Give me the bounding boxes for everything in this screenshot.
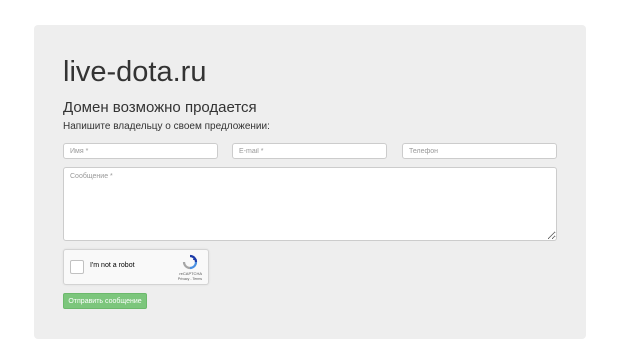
recaptcha-checkbox[interactable] <box>70 260 84 274</box>
contact-prompt: Напишите владельцу о своем предложении: <box>63 121 270 132</box>
sale-subtitle: Домен возможно продается <box>63 99 257 116</box>
recaptcha-widget: I'm not a robot reCAPTCHA Privacy - Term… <box>63 249 209 285</box>
name-input[interactable] <box>63 143 218 159</box>
send-message-button[interactable]: Отправить сообщение <box>63 293 147 309</box>
recaptcha-terms-link[interactable]: Terms <box>192 277 202 281</box>
email-input[interactable] <box>232 143 387 159</box>
recaptcha-links: Privacy - Terms <box>178 277 202 281</box>
recaptcha-logo-icon <box>182 254 198 270</box>
phone-input[interactable] <box>402 143 557 159</box>
recaptcha-privacy-link[interactable]: Privacy <box>178 277 189 281</box>
recaptcha-label: I'm not a robot <box>90 262 135 269</box>
domain-sale-panel: live-dota.ru Домен возможно продается На… <box>34 25 586 339</box>
site-title: live-dota.ru <box>63 56 207 88</box>
message-textarea[interactable] <box>63 167 557 241</box>
recaptcha-brand: reCAPTCHA <box>179 271 202 276</box>
